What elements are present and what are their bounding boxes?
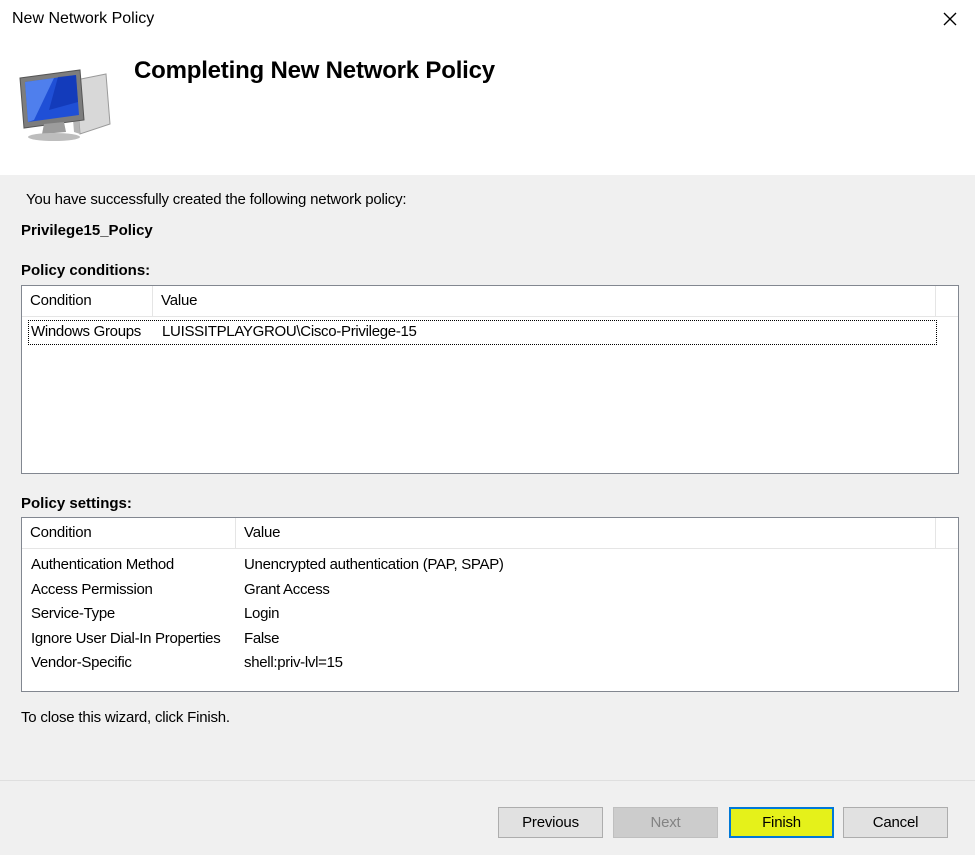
page-title: Completing New Network Policy <box>134 57 495 84</box>
row-condition: Vendor-Specific <box>31 654 132 671</box>
list-header: Condition Value <box>22 518 958 549</box>
row-condition: Service-Type <box>31 605 115 622</box>
table-row[interactable]: Access Permission Grant Access <box>22 578 958 603</box>
policy-name: Privilege15_Policy <box>21 222 153 239</box>
close-instruction-text: To close this wizard, click Finish. <box>21 709 230 726</box>
wizard-body: You have successfully created the follow… <box>0 175 975 780</box>
table-row[interactable]: Ignore User Dial-In Properties False <box>22 627 958 652</box>
row-condition: Ignore User Dial-In Properties <box>31 629 221 647</box>
button-bar: Previous Next Finish Cancel <box>0 781 975 855</box>
policy-settings-label: Policy settings: <box>21 495 132 512</box>
column-header-value[interactable]: Value <box>236 518 936 548</box>
table-row[interactable]: Authentication Method Unencrypted authen… <box>22 553 958 578</box>
row-value: Unencrypted authentication (PAP, SPAP) <box>244 556 504 573</box>
table-row[interactable]: Vendor-Specific shell:priv-lvl=15 <box>22 651 958 676</box>
row-value: Grant Access <box>244 580 330 598</box>
policy-conditions-label: Policy conditions: <box>21 262 151 279</box>
policy-settings-list[interactable]: Condition Value Authentication Method Un… <box>21 517 959 692</box>
previous-button[interactable]: Previous <box>498 807 603 838</box>
row-condition: Access Permission <box>31 580 153 598</box>
list-header: Condition Value <box>22 286 958 317</box>
cancel-button[interactable]: Cancel <box>843 807 948 838</box>
close-button[interactable] <box>933 4 967 34</box>
table-row[interactable]: Windows Groups LUISSITPLAYGROU\Cisco-Pri… <box>28 320 937 345</box>
column-header-condition[interactable]: Condition <box>22 518 236 548</box>
row-value: LUISSITPLAYGROU\Cisco-Privilege-15 <box>162 323 417 340</box>
policy-conditions-list[interactable]: Condition Value Windows Groups LUISSITPL… <box>21 285 959 474</box>
intro-text: You have successfully created the follow… <box>26 191 407 208</box>
finish-button[interactable]: Finish <box>729 807 834 838</box>
computer-monitor-icon <box>19 69 111 141</box>
column-header-value[interactable]: Value <box>153 286 936 316</box>
row-condition: Windows Groups <box>31 323 142 340</box>
next-button: Next <box>613 807 718 838</box>
table-row[interactable]: Service-Type Login <box>22 602 958 627</box>
window-title: New Network Policy <box>12 10 155 27</box>
title-bar: New Network Policy <box>0 0 975 40</box>
row-value: Login <box>244 605 280 622</box>
close-icon <box>943 12 957 26</box>
row-condition: Authentication Method <box>31 556 174 573</box>
row-value: False <box>244 629 280 647</box>
column-header-condition[interactable]: Condition <box>22 286 153 316</box>
row-value: shell:priv-lvl=15 <box>244 654 343 671</box>
wizard-header: Completing New Network Policy <box>0 40 975 175</box>
